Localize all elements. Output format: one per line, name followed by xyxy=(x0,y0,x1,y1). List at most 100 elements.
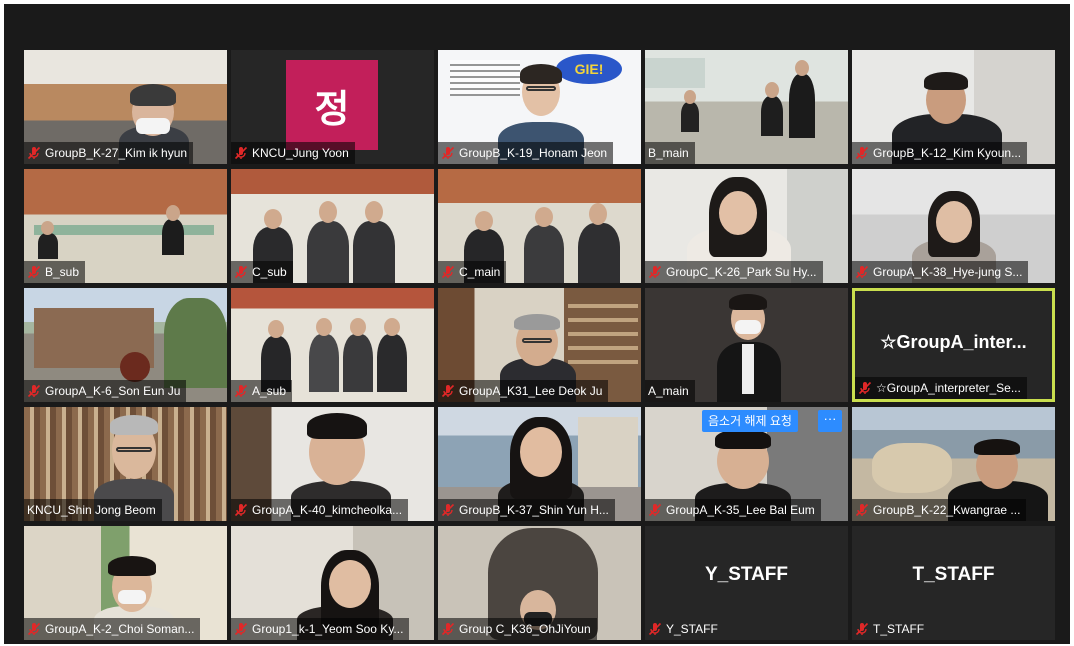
participant-avatar: 정 xyxy=(286,60,378,150)
participant-name: Y_STAFF xyxy=(666,622,718,636)
participant-name-tag: B_main xyxy=(645,142,695,164)
video-tile[interactable]: GroupA_K-2_Choi Soman... xyxy=(24,526,227,640)
participant-name-tag: GroupA_K-38_Hye-jung S... xyxy=(852,261,1029,283)
participant-name-tag: GroupB_K-19_Honam Jeon xyxy=(438,142,614,164)
participant-display-name: Y_STAFF xyxy=(704,564,789,585)
mic-muted-icon xyxy=(441,265,455,279)
video-tile[interactable]: KNCU_Shin Jong Beom xyxy=(24,407,227,521)
mic-muted-icon xyxy=(234,146,248,160)
participant-name: GroupB_K-12_Kim Kyoun... xyxy=(873,146,1022,160)
mic-muted-icon xyxy=(855,265,869,279)
more-options-button[interactable]: ··· xyxy=(818,410,842,432)
video-tile[interactable]: GroupA_K-38_Hye-jung S... xyxy=(852,169,1055,283)
video-tile[interactable]: Y_STAFF Y_STAFF xyxy=(645,526,848,640)
mic-muted-icon xyxy=(441,503,455,517)
participant-name: GroupB_K-19_Honam Jeon xyxy=(459,146,608,160)
participant-name-tag: GroupA_K-35_Lee Bal Eum xyxy=(645,499,821,521)
participant-name: A_sub xyxy=(252,384,287,398)
video-tile[interactable]: A_main xyxy=(645,288,848,402)
participant-name: B_sub xyxy=(45,265,80,279)
participant-display-name: T_STAFF xyxy=(912,564,995,585)
unmute-request-button[interactable]: 음소거 해제 요청 xyxy=(702,410,798,432)
zoom-gallery-window: GroupB_K-27_Kim ik hyun 정 KNCU_Jung Yoon… xyxy=(4,4,1070,644)
participant-name-tag: A_main xyxy=(645,380,695,402)
participant-name: GroupB_K-27_Kim ik hyun xyxy=(45,146,188,160)
mic-muted-icon xyxy=(855,146,869,160)
participant-name-tag: Group1_k-1_Yeom Soo Ky... xyxy=(231,618,410,640)
video-tile[interactable]: GroupB_K-22_Kwangrae ... xyxy=(852,407,1055,521)
participant-name: GroupA_K-40_kimcheolka... xyxy=(252,503,403,517)
participant-name-tag: GroupB_K-37_Shin Yun H... xyxy=(438,499,615,521)
mic-muted-icon xyxy=(27,265,41,279)
video-tile[interactable]: Group1_k-1_Yeom Soo Ky... xyxy=(231,526,434,640)
participant-name: KNCU_Jung Yoon xyxy=(252,146,349,160)
mic-muted-icon xyxy=(648,503,662,517)
participant-name-tag: B_sub xyxy=(24,261,86,283)
mic-muted-icon xyxy=(648,622,662,636)
video-tile[interactable]: Group C_K36_OhJiYoun xyxy=(438,526,641,640)
participant-name: GroupA_K-38_Hye-jung S... xyxy=(873,265,1023,279)
video-tile[interactable]: GroupA_K-6_Son Eun Ju xyxy=(24,288,227,402)
participant-name-tag: GroupA_K31_Lee Deok Ju xyxy=(438,380,609,402)
video-tile[interactable]: GroupB_K-27_Kim ik hyun xyxy=(24,50,227,164)
participant-name: C_sub xyxy=(252,265,287,279)
participant-name-tag: GroupA_K-40_kimcheolka... xyxy=(231,499,409,521)
video-tile-active-speaker[interactable]: ☆GroupA_inter... ☆GroupA_interpreter_Se.… xyxy=(852,288,1055,402)
video-tile[interactable]: GroupC_K-26_Park Su Hy... xyxy=(645,169,848,283)
video-tile[interactable]: C_sub xyxy=(231,169,434,283)
participant-name: C_main xyxy=(459,265,501,279)
participant-name-tag: ☆GroupA_interpreter_Se... xyxy=(855,377,1027,399)
participant-display-name: ☆GroupA_inter... xyxy=(880,332,1027,352)
participant-name-tag: GroupC_K-26_Park Su Hy... xyxy=(645,261,823,283)
mic-muted-icon xyxy=(27,384,41,398)
mic-muted-icon xyxy=(27,622,41,636)
participant-name: GroupB_K-37_Shin Yun H... xyxy=(459,503,609,517)
video-tile[interactable]: GroupB_K-12_Kim Kyoun... xyxy=(852,50,1055,164)
participant-name: GroupA_K-35_Lee Bal Eum xyxy=(666,503,815,517)
mic-muted-icon xyxy=(234,503,248,517)
participant-name: B_main xyxy=(648,146,689,160)
participant-name-tag: Y_STAFF xyxy=(645,618,724,640)
participant-name: T_STAFF xyxy=(873,622,925,636)
participant-name: ☆GroupA_interpreter_Se... xyxy=(876,381,1021,395)
participant-name: GroupB_K-22_Kwangrae ... xyxy=(873,503,1021,517)
mic-muted-icon xyxy=(855,622,869,636)
video-tile[interactable]: 음소거 해제 요청 ··· GroupA_K-35_Lee Bal Eum xyxy=(645,407,848,521)
participant-name-tag: T_STAFF xyxy=(852,618,930,640)
participant-name: GroupA_K31_Lee Deok Ju xyxy=(459,384,603,398)
video-tile[interactable]: T_STAFF T_STAFF xyxy=(852,526,1055,640)
participant-name-tag: Group C_K36_OhJiYoun xyxy=(438,618,597,640)
participant-name-tag: GroupB_K-12_Kim Kyoun... xyxy=(852,142,1028,164)
video-grid: GroupB_K-27_Kim ik hyun 정 KNCU_Jung Yoon… xyxy=(24,50,1055,640)
video-tile[interactable]: C_main xyxy=(438,169,641,283)
mic-muted-icon xyxy=(234,384,248,398)
participant-name-tag: KNCU_Shin Jong Beom xyxy=(24,499,162,521)
video-tile[interactable]: A_sub xyxy=(231,288,434,402)
video-tile[interactable]: GroupA_K-40_kimcheolka... xyxy=(231,407,434,521)
mic-muted-icon xyxy=(441,146,455,160)
participant-name-tag: C_main xyxy=(438,261,507,283)
mic-muted-icon xyxy=(441,384,455,398)
mic-muted-icon xyxy=(855,503,869,517)
video-tile[interactable]: GIE! GroupB_K-19_Honam Jeon xyxy=(438,50,641,164)
participant-name: GroupA_K-2_Choi Soman... xyxy=(45,622,195,636)
mic-muted-icon xyxy=(27,146,41,160)
participant-name-tag: GroupA_K-2_Choi Soman... xyxy=(24,618,201,640)
participant-name: Group C_K36_OhJiYoun xyxy=(459,622,591,636)
participant-name: GroupA_K-6_Son Eun Ju xyxy=(45,384,181,398)
video-tile[interactable]: GroupB_K-37_Shin Yun H... xyxy=(438,407,641,521)
participant-name-tag: A_sub xyxy=(231,380,293,402)
participant-name: Group1_k-1_Yeom Soo Ky... xyxy=(252,622,404,636)
video-tile[interactable]: B_main xyxy=(645,50,848,164)
video-tile[interactable]: 정 KNCU_Jung Yoon xyxy=(231,50,434,164)
participant-name-tag: GroupA_K-6_Son Eun Ju xyxy=(24,380,187,402)
participant-name: GroupC_K-26_Park Su Hy... xyxy=(666,265,817,279)
mic-muted-icon xyxy=(234,265,248,279)
gie-sign: GIE! xyxy=(556,54,622,84)
participant-name: A_main xyxy=(648,384,689,398)
participant-name-tag: C_sub xyxy=(231,261,293,283)
mic-muted-icon xyxy=(858,381,872,395)
participant-name-tag: KNCU_Jung Yoon xyxy=(231,142,355,164)
video-tile[interactable]: B_sub xyxy=(24,169,227,283)
video-tile[interactable]: GroupA_K31_Lee Deok Ju xyxy=(438,288,641,402)
